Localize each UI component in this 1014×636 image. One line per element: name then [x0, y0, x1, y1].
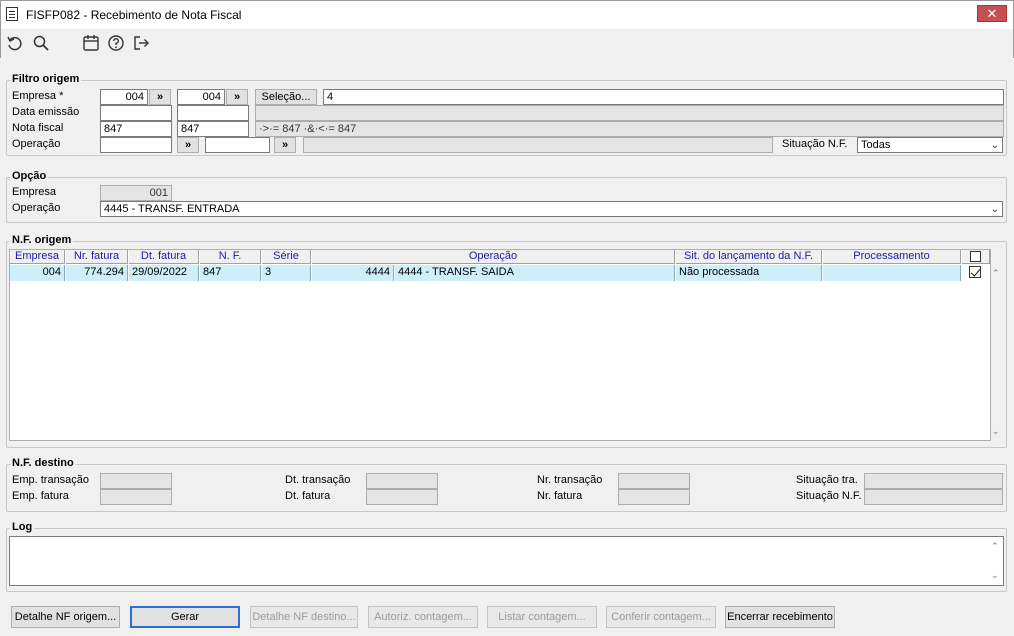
log-scroll-up-icon[interactable]: ⌃	[991, 541, 999, 552]
empresa-to-lookup-button[interactable]: »	[226, 89, 248, 105]
column-header-nr-fatura[interactable]: Nr. fatura	[66, 250, 128, 264]
operacao-label: Operação	[12, 138, 61, 150]
toolbar	[0, 29, 1014, 58]
situacao-tra-label: Situação tra.	[796, 474, 858, 486]
dt-transacao-field	[366, 473, 438, 489]
detalhe-nf-destino-button[interactable]: Detalhe NF destino...	[250, 606, 358, 628]
cell-dt-fatura: 29/09/2022	[129, 265, 199, 281]
log-textarea[interactable]	[9, 536, 1004, 586]
cell-empresa: 004	[10, 265, 65, 281]
operacao-from-input[interactable]	[100, 137, 172, 153]
gerar-button[interactable]: Gerar	[130, 606, 240, 628]
opcao-operacao-label: Operação	[12, 202, 61, 214]
situacao-nf-destino-field	[864, 489, 1003, 505]
dt-transacao-label: Dt. transação	[285, 474, 351, 486]
empresa-from-input[interactable]: 004	[100, 89, 148, 105]
operacao-from-lookup-button[interactable]: »	[177, 137, 199, 153]
data-emissao-label: Data emissão	[12, 106, 80, 118]
empresa-to-input[interactable]: 004	[177, 89, 225, 105]
opcao-legend: Opção	[10, 170, 49, 182]
close-button[interactable]: ✕	[977, 5, 1007, 22]
situacao-nf-destino-label: Situação N.F.	[796, 490, 862, 502]
column-header-processamento[interactable]: Processamento	[823, 250, 961, 264]
emp-transacao-field	[100, 473, 172, 489]
column-header-operacao[interactable]: Operação	[312, 250, 675, 264]
log-scroll-down-icon[interactable]: ⌄	[991, 570, 999, 581]
column-header-situacao[interactable]: Sit. do lançamento da N.F.	[676, 250, 822, 264]
conferir-contagem-button[interactable]: Conferir contagem...	[606, 606, 716, 628]
nota-fiscal-to-input[interactable]: 847	[177, 121, 249, 137]
data-emissao-expression	[255, 105, 1004, 121]
calendar-icon[interactable]	[82, 34, 100, 52]
chevron-down-icon: ⌄	[990, 140, 999, 151]
grid-scroll-up-icon[interactable]: ⌃	[992, 268, 1000, 279]
filtro-origem-legend: Filtro origem	[10, 73, 82, 85]
emp-fatura-field	[100, 489, 172, 505]
cell-nr-fatura: 774.294	[66, 265, 128, 281]
row-checkbox[interactable]	[969, 266, 981, 278]
situacao-nf-select[interactable]: Todas ⌄	[857, 137, 1003, 153]
undo-icon[interactable]	[6, 34, 24, 52]
empresa-label: Empresa *	[12, 90, 64, 102]
nr-transacao-label: Nr. transação	[537, 474, 603, 486]
selecao-input[interactable]: 4	[323, 89, 1004, 105]
cell-nf: 847	[200, 265, 261, 281]
log-legend: Log	[10, 521, 35, 533]
emp-transacao-label: Emp. transação	[12, 474, 90, 486]
opcao-empresa-label: Empresa	[12, 186, 57, 198]
situacao-nf-value: Todas	[861, 139, 891, 151]
select-all-checkbox[interactable]	[970, 251, 981, 262]
data-emissao-to-input[interactable]	[177, 105, 249, 121]
autoriz-contagem-button[interactable]: Autoriz. contagem...	[368, 606, 478, 628]
situacao-tra-field	[864, 473, 1003, 489]
nf-origem-legend: N.F. origem	[10, 234, 74, 246]
situacao-nf-label: Situação N.F.	[782, 138, 848, 150]
opcao-empresa-value: 001	[100, 185, 172, 201]
cell-situacao: Não processada	[676, 265, 822, 281]
dt-fatura-field	[366, 489, 438, 505]
exit-icon[interactable]	[132, 34, 150, 52]
data-emissao-from-input[interactable]	[100, 105, 172, 121]
column-header-dt-fatura[interactable]: Dt. fatura	[129, 250, 199, 264]
window-title: FISFP082 - Recebimento de Nota Fiscal	[26, 8, 242, 22]
cell-operacao-code: 4444	[312, 265, 394, 281]
emp-fatura-label: Emp. fatura	[12, 490, 69, 502]
column-header-select-all[interactable]	[962, 250, 990, 264]
operacao-description	[303, 137, 773, 153]
operacao-to-input[interactable]	[205, 137, 270, 153]
grid-scroll-down-icon[interactable]: ⌄	[992, 426, 1000, 437]
dt-fatura-label: Dt. fatura	[285, 490, 331, 502]
nr-fatura-field	[618, 489, 690, 505]
nota-fiscal-expression: ·>·= 847 ·&·<·= 847	[255, 121, 1004, 137]
cell-processamento	[823, 265, 961, 281]
detalhe-nf-origem-button[interactable]: Detalhe NF origem...	[11, 606, 120, 628]
opcao-operacao-value: 4445 - TRANSF. ENTRADA	[104, 203, 240, 215]
nota-fiscal-label: Nota fiscal	[12, 122, 64, 134]
nr-transacao-field	[618, 473, 690, 489]
encerrar-recebimento-button[interactable]: Encerrar recebimento	[725, 606, 835, 628]
column-header-serie[interactable]: Série	[262, 250, 311, 264]
column-header-empresa[interactable]: Empresa	[10, 250, 65, 264]
nota-fiscal-from-input[interactable]: 847	[100, 121, 172, 137]
search-icon[interactable]	[32, 34, 50, 52]
chevron-down-icon: ⌄	[990, 204, 999, 215]
listar-contagem-button[interactable]: Listar contagem...	[487, 606, 597, 628]
column-header-nf[interactable]: N. F.	[200, 250, 261, 264]
opcao-operacao-select[interactable]: 4445 - TRANSF. ENTRADA ⌄	[100, 201, 1003, 217]
document-icon	[6, 7, 18, 21]
empresa-from-lookup-button[interactable]: »	[149, 89, 171, 105]
cell-operacao-desc: 4444 - TRANSF. SAIDA	[395, 265, 675, 281]
operacao-to-lookup-button[interactable]: »	[274, 137, 296, 153]
nr-fatura-label: Nr. fatura	[537, 490, 583, 502]
nf-destino-legend: N.F. destino	[10, 457, 76, 469]
cell-serie: 3	[262, 265, 311, 281]
selecao-button[interactable]: Seleção...	[255, 89, 317, 105]
help-icon[interactable]	[107, 34, 125, 52]
